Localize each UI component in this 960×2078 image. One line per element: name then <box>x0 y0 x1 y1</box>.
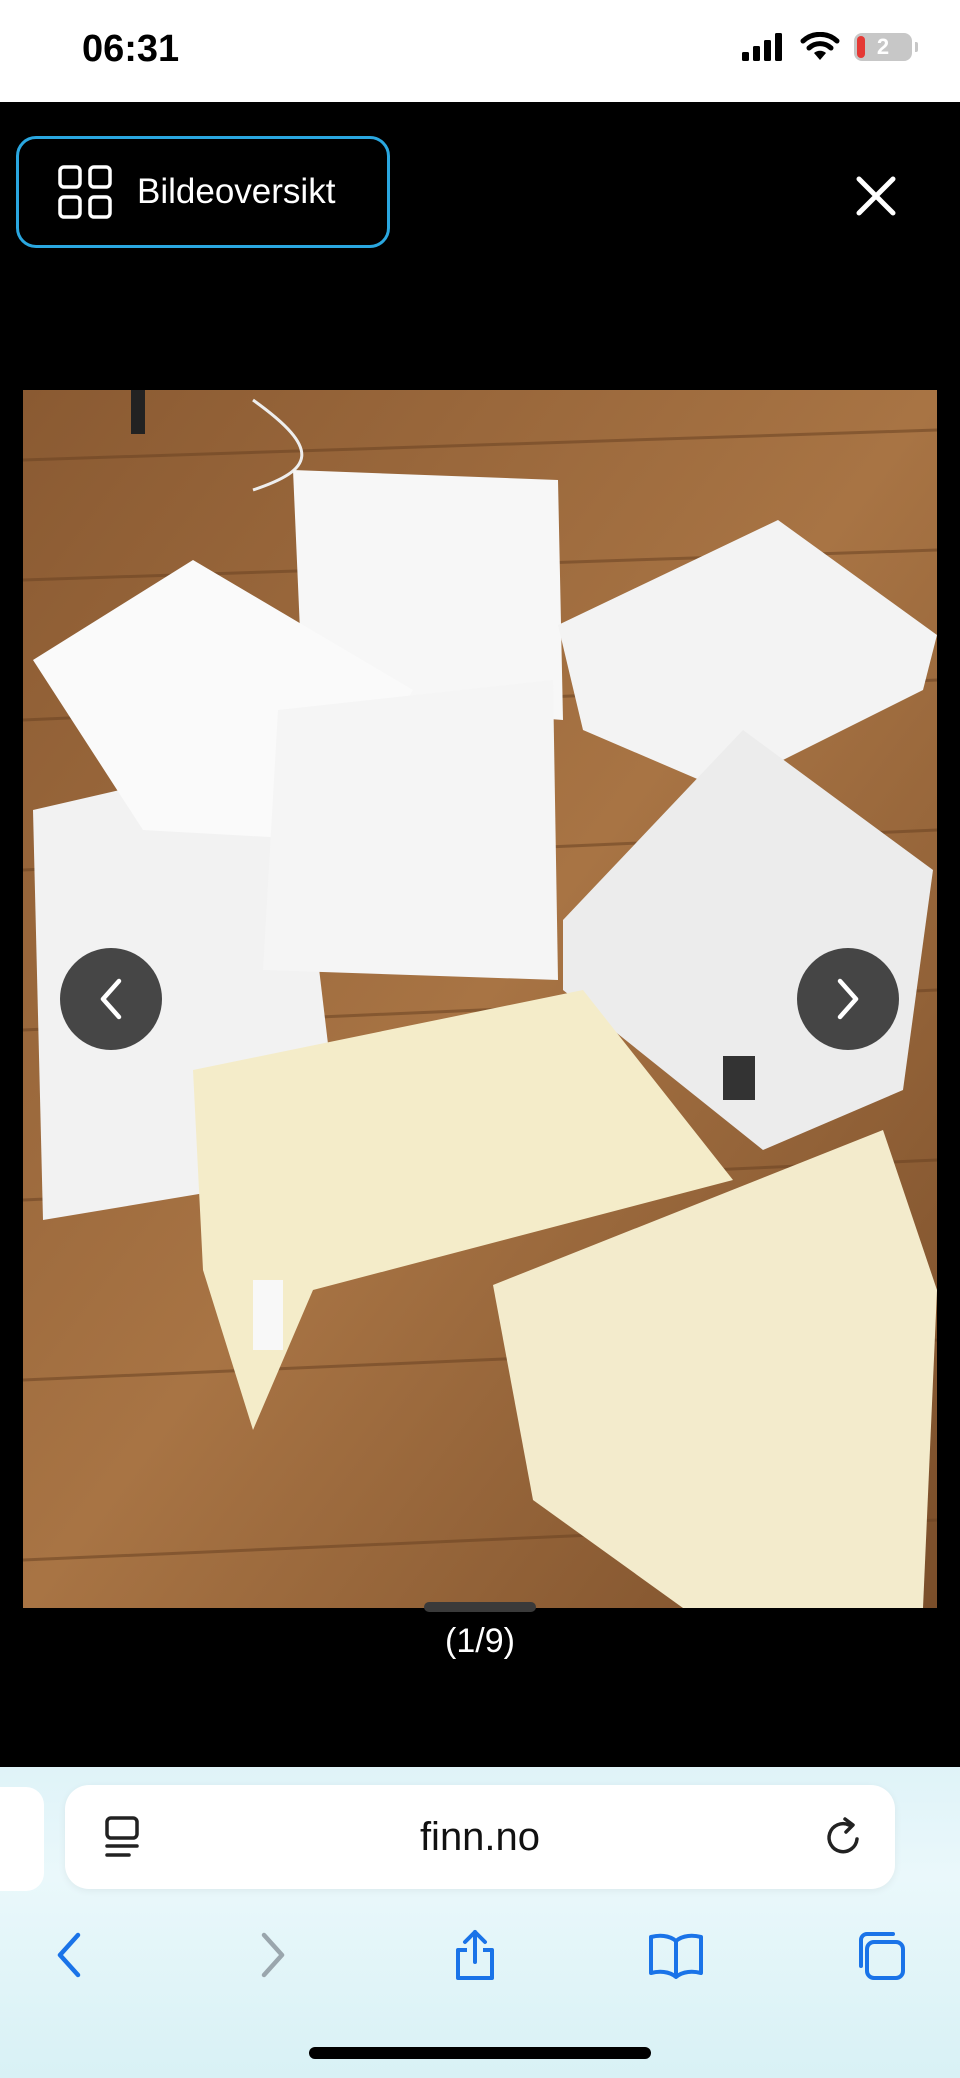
chevron-right-icon <box>837 978 859 1020</box>
close-button[interactable] <box>844 164 908 228</box>
signal-icon <box>742 33 782 61</box>
forward-button[interactable] <box>234 1915 314 1995</box>
previous-tab-preview[interactable] <box>0 1787 44 1891</box>
address-bar[interactable]: finn.no <box>65 1785 895 1889</box>
scroll-indicator <box>424 1602 536 1612</box>
forward-icon <box>261 1932 285 1978</box>
image-overview-button[interactable]: Bildeoversikt <box>16 136 390 248</box>
wifi-icon <box>800 32 840 60</box>
back-button[interactable] <box>28 1915 108 1995</box>
back-icon <box>57 1932 81 1978</box>
chevron-left-icon <box>100 978 122 1020</box>
browser-bottom-bar: finn.no <box>0 1767 960 2078</box>
previous-image-button[interactable] <box>60 948 162 1050</box>
share-icon <box>456 1930 494 1980</box>
image-overview-label: Bildeoversikt <box>137 172 336 211</box>
share-button[interactable] <box>435 1915 515 1995</box>
battery-cap <box>915 42 918 52</box>
battery-icon: 2 <box>854 33 918 61</box>
tabs-button[interactable] <box>840 1915 920 1995</box>
battery-percentage: 2 <box>876 34 890 59</box>
home-indicator <box>309 2047 651 2059</box>
image-counter: (1/9) <box>445 1622 515 1660</box>
browser-toolbar <box>0 1915 960 2005</box>
tabs-icon <box>859 1932 905 1980</box>
status-bar: 06:31 2 <box>0 0 960 102</box>
bookmarks-icon <box>649 1933 703 1979</box>
status-time: 06:31 <box>82 28 180 70</box>
battery-level <box>857 36 865 58</box>
close-icon <box>856 176 896 216</box>
url-text: finn.no <box>419 1815 541 1859</box>
bookmarks-button[interactable] <box>636 1915 716 1995</box>
status-icons: 2 <box>742 32 918 62</box>
grid-icon <box>58 165 112 219</box>
reload-icon[interactable] <box>821 1815 865 1859</box>
next-image-button[interactable] <box>797 948 899 1050</box>
